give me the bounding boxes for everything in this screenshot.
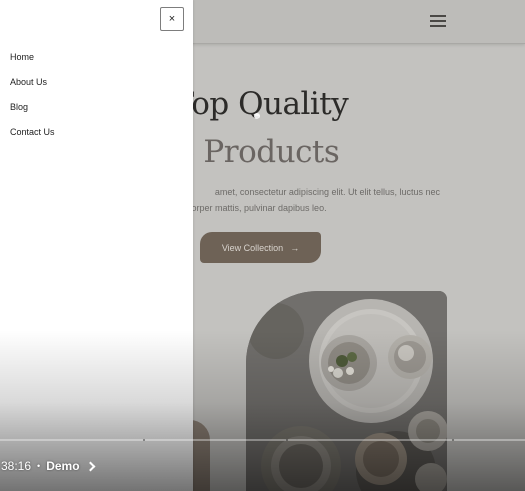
- pottery-product-image: [246, 291, 447, 491]
- close-icon: ×: [168, 13, 176, 25]
- pottery-side-image: [190, 420, 210, 491]
- hamburger-menu-icon[interactable]: [430, 15, 446, 27]
- current-time: 38:16: [1, 459, 32, 473]
- mouse-cursor: [254, 113, 260, 119]
- chapter-title-button[interactable]: Demo: [46, 459, 95, 473]
- menu-item-about-us[interactable]: About Us: [10, 75, 55, 100]
- video-progress-bar[interactable]: [0, 439, 525, 441]
- chevron-right-icon: [85, 461, 95, 471]
- close-menu-button[interactable]: ×: [160, 7, 184, 31]
- view-collection-label: View Collection: [221, 242, 284, 253]
- arrow-right-icon: →: [290, 242, 300, 253]
- menu-item-contact-us[interactable]: Contact Us: [10, 125, 55, 150]
- chapter-marker: [286, 439, 288, 441]
- view-collection-button[interactable]: View Collection →: [200, 232, 321, 263]
- drawer-menu: Home About Us Blog Contact Us: [10, 50, 55, 150]
- video-frame: ake Top Quality made Products amet, cons…: [0, 0, 525, 491]
- menu-item-blog[interactable]: Blog: [10, 100, 55, 125]
- chapter-title: Demo: [46, 459, 80, 473]
- menu-item-home[interactable]: Home: [10, 50, 55, 75]
- mobile-nav-drawer: × Home About Us Blog Contact Us: [0, 0, 193, 491]
- chapter-marker: [452, 439, 454, 441]
- player-controls: 38:16 • Demo: [0, 456, 95, 476]
- separator-dot: •: [37, 461, 41, 471]
- chapter-marker: [143, 439, 145, 441]
